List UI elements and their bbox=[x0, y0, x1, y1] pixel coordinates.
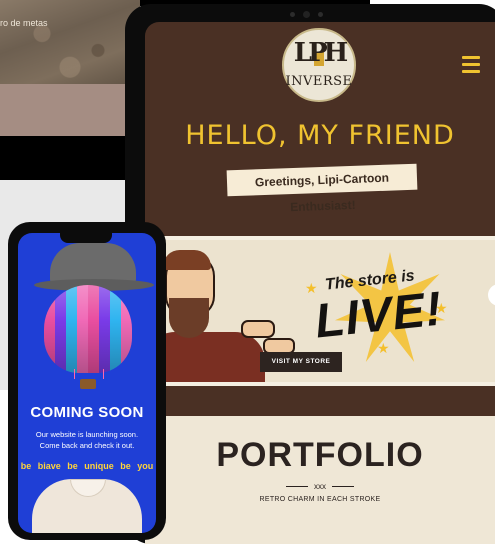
character-pointing-hand bbox=[241, 320, 275, 338]
launch-message: Our website is launching soon. Come back… bbox=[18, 429, 156, 451]
tagline: be biave be unique be you bbox=[20, 461, 154, 471]
tablet-screen: LPH INVERSE HELLO, MY FRIEND Greetings, … bbox=[145, 22, 495, 544]
visit-store-button[interactable]: VISIT MY STORE bbox=[260, 352, 342, 372]
phone-notch bbox=[60, 233, 112, 243]
site-logo[interactable]: LPH INVERSE bbox=[282, 28, 356, 102]
store-promo-banner: ★ ★ ★ The store is LIVE! VISIT MY STORE bbox=[145, 236, 495, 386]
balloon-ropes bbox=[74, 369, 104, 379]
background-hero-text: ro de metas bbox=[0, 18, 48, 28]
launch-message-line2: Come back and check it out. bbox=[39, 441, 135, 450]
balloon-shading bbox=[44, 285, 132, 373]
logo-wordmark: INVERSE bbox=[285, 74, 353, 89]
launch-message-line1: Our website is launching soon. bbox=[35, 430, 139, 439]
tablet-device: LPH INVERSE HELLO, MY FRIEND Greetings, … bbox=[125, 4, 495, 544]
tablet-camera bbox=[290, 11, 323, 18]
balloon-basket bbox=[80, 379, 96, 389]
store-banner-live: LIVE! bbox=[312, 282, 446, 349]
background-hero-image: ro de metas bbox=[0, 0, 140, 84]
phone-device: COMING SOON Our website is launching soo… bbox=[8, 222, 166, 540]
logo-monogram: LPH bbox=[293, 38, 348, 68]
character-beard bbox=[169, 298, 209, 338]
portfolio-title: PORTFOLIO bbox=[216, 436, 424, 474]
portfolio-divider: xxx bbox=[145, 482, 495, 491]
portfolio-subtitle: RETRO CHARM IN EACH STROKE bbox=[259, 496, 381, 503]
background-dark-band bbox=[0, 136, 140, 180]
hero-title: HELLO, MY FRIEND bbox=[185, 120, 455, 151]
greeting-banner: Greetings, Lipi-Cartoon Enthusiast! bbox=[226, 163, 418, 214]
background-band bbox=[0, 84, 140, 136]
phone-screen: COMING SOON Our website is launching soo… bbox=[18, 233, 156, 533]
portfolio-section: PORTFOLIO xxx RETRO CHARM IN EACH STROKE bbox=[145, 416, 495, 544]
menu-icon[interactable] bbox=[462, 56, 480, 77]
character-hair bbox=[163, 250, 211, 270]
site-header: LPH INVERSE bbox=[145, 22, 495, 117]
coming-soon-title: COMING SOON bbox=[30, 404, 144, 421]
divider-ornament: xxx bbox=[314, 482, 326, 491]
